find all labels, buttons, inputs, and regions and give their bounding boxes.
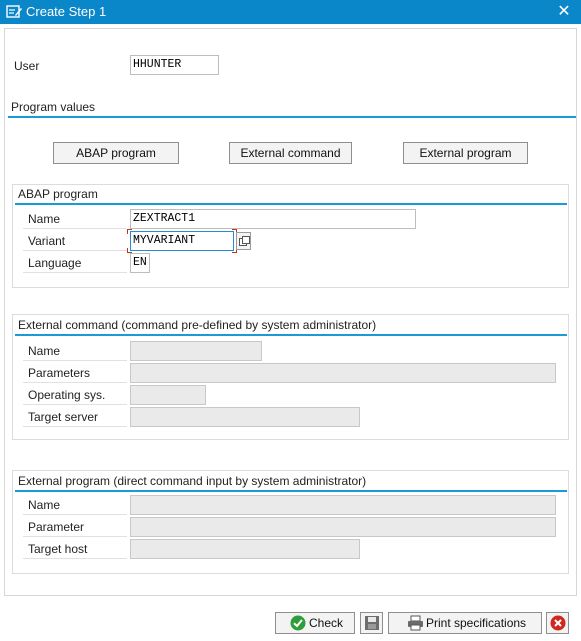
ext-program-name-field [130, 495, 556, 515]
print-specifications-button[interactable]: Print specifications [388, 612, 542, 634]
check-button[interactable]: Check [275, 612, 355, 634]
ext-program-target-host-label: Target host [23, 539, 127, 559]
external-command-button[interactable]: External command [229, 142, 352, 164]
ext-program-target-host-field [130, 539, 360, 559]
abap-language-field[interactable]: EN [130, 253, 150, 273]
abap-program-heading: ABAP program [15, 185, 567, 205]
ext-program-parameter-field [130, 517, 556, 537]
window-icon [6, 5, 22, 19]
close-window-button[interactable]: ✕ [553, 2, 575, 22]
ext-command-target-server-field [130, 407, 360, 427]
user-label: User [14, 59, 40, 73]
abap-language-label: Language [23, 253, 127, 273]
variant-value-help-button[interactable] [236, 232, 251, 250]
abap-name-label: Name [23, 209, 127, 229]
external-program-button[interactable]: External program [403, 142, 528, 164]
abap-program-button[interactable]: ABAP program [53, 142, 179, 164]
ext-program-parameter-label: Parameter [23, 517, 127, 537]
focus-corner-top-left [127, 229, 132, 234]
ext-command-parameters-field [130, 363, 556, 383]
abap-variant-field[interactable]: MYVARIANT [130, 231, 234, 251]
abap-variant-label: Variant [23, 231, 127, 251]
external-command-heading: External command (command pre-defined by… [15, 316, 567, 336]
title-bar: Create Step 1 ✕ [0, 0, 581, 24]
ext-command-os-label: Operating sys. [23, 385, 127, 405]
program-values-heading: Program values [8, 98, 576, 118]
printer-icon [407, 615, 424, 637]
window-title: Create Step 1 [26, 4, 107, 19]
save-button[interactable] [360, 612, 383, 634]
cancel-icon [550, 615, 566, 637]
save-icon [364, 615, 380, 637]
check-button-label: Check [309, 616, 344, 630]
ext-command-name-field [130, 341, 262, 361]
external-program-heading: External program (direct command input b… [15, 472, 567, 492]
value-help-icon [239, 236, 250, 246]
cancel-button[interactable] [546, 612, 569, 634]
checkmark-icon [290, 615, 306, 637]
ext-command-parameters-label: Parameters [23, 363, 127, 383]
print-specifications-label: Print specifications [426, 616, 527, 630]
ext-command-target-server-label: Target server [23, 407, 127, 427]
ext-command-name-label: Name [23, 341, 127, 361]
ext-command-os-field [130, 385, 206, 405]
user-field[interactable]: HHUNTER [130, 55, 219, 75]
abap-name-field[interactable]: ZEXTRACT1 [130, 209, 416, 229]
ext-program-name-label: Name [23, 495, 127, 515]
